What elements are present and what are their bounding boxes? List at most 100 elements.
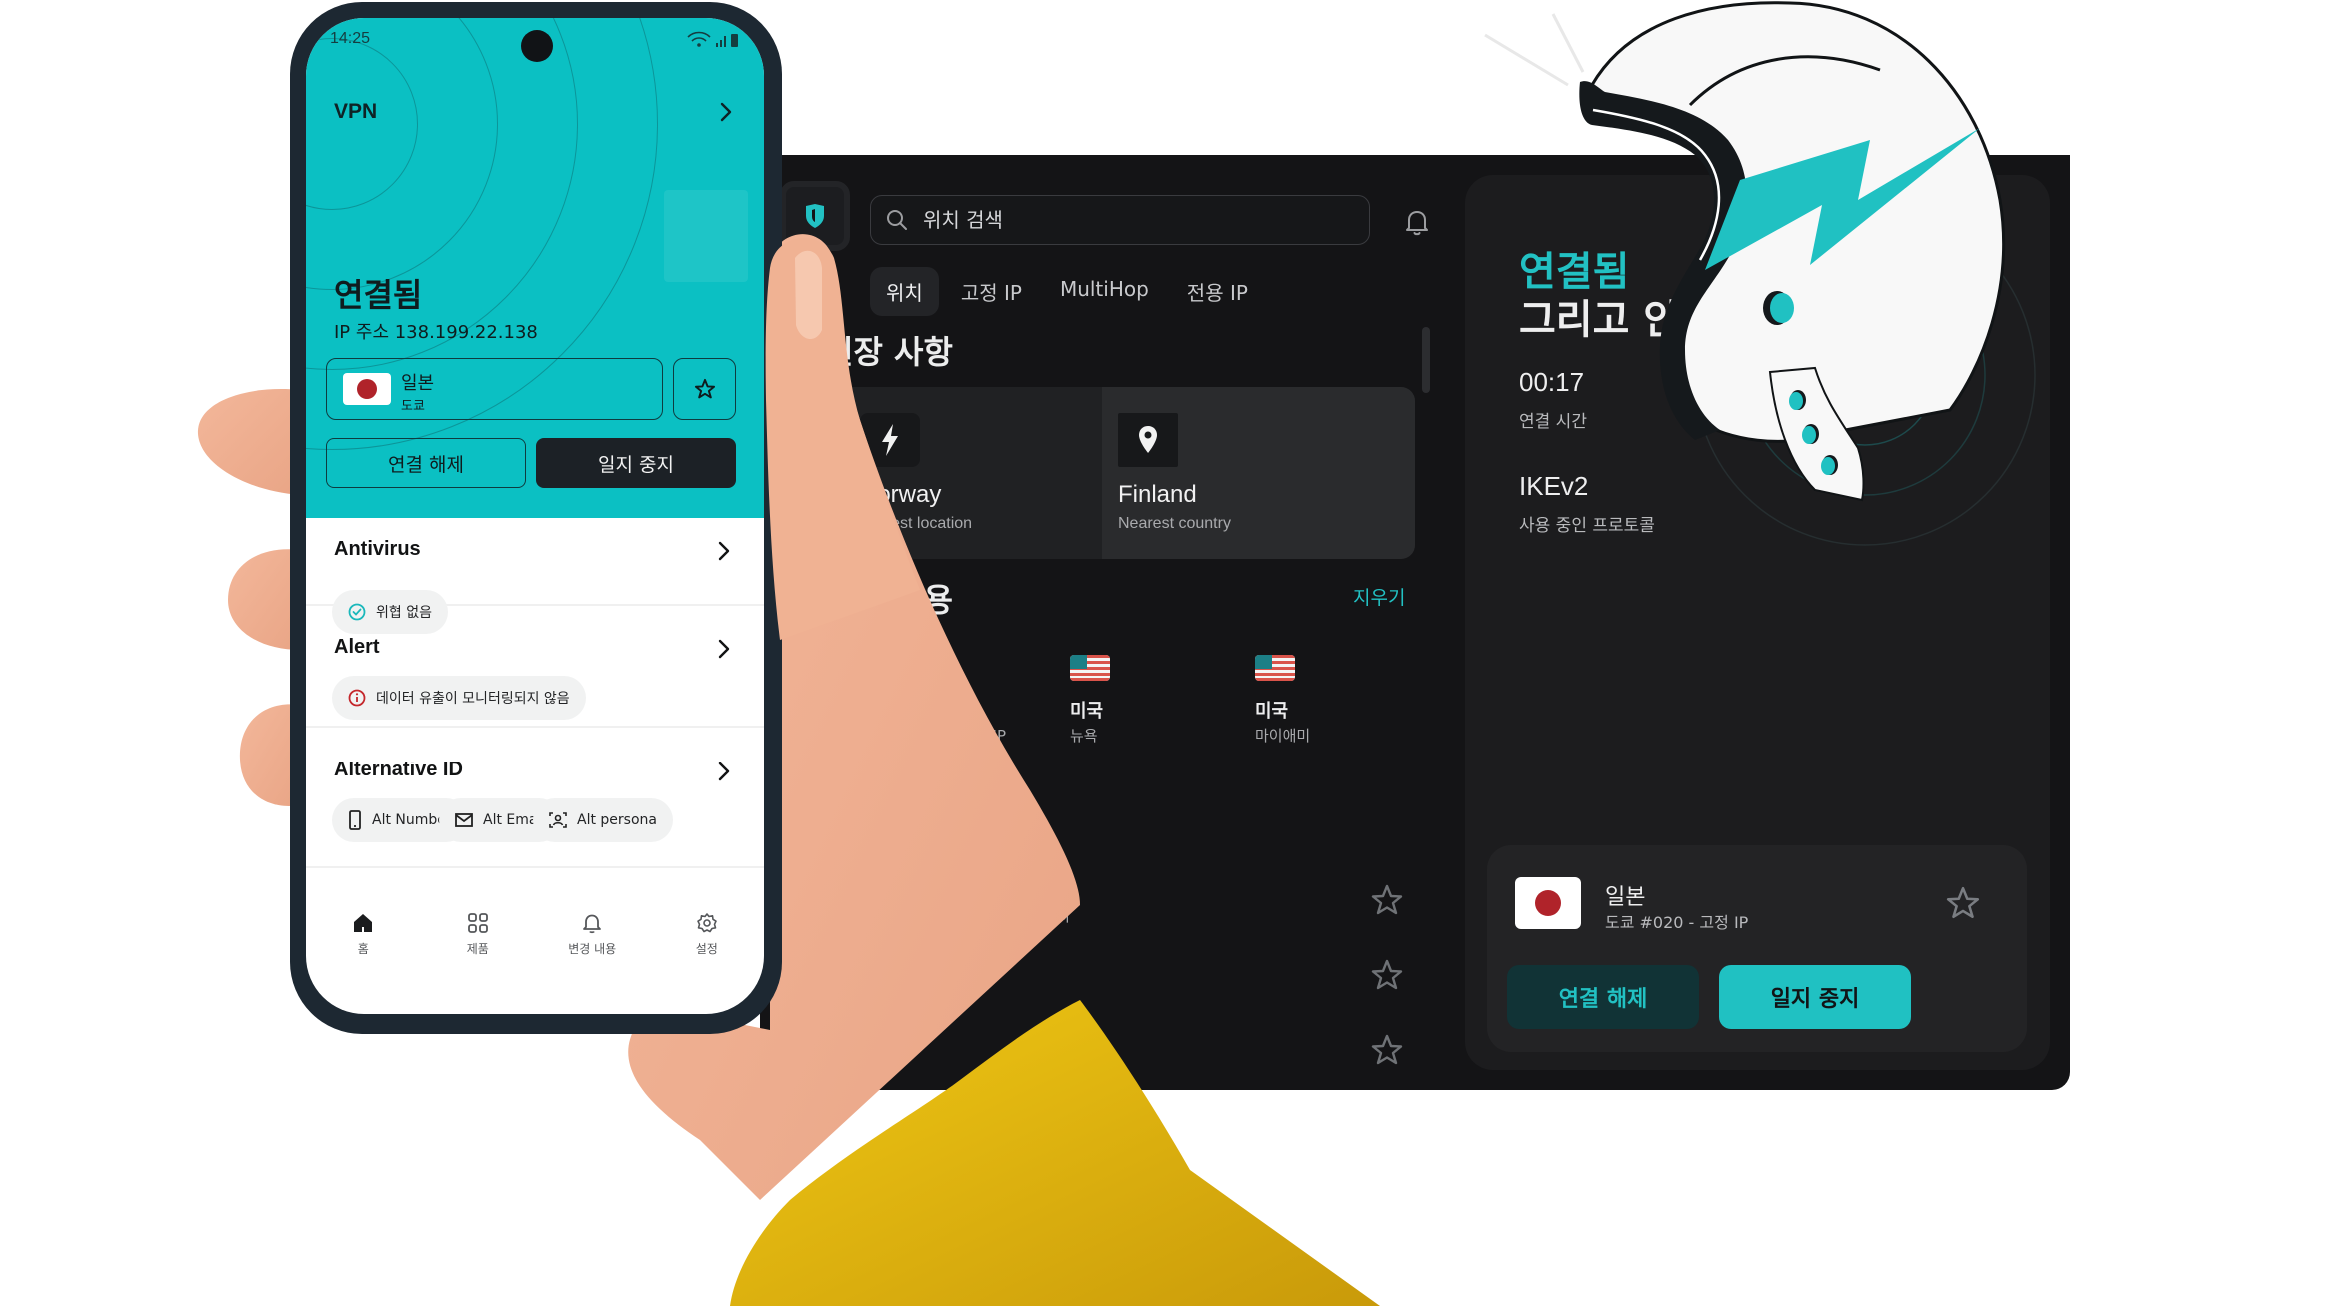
server-country: 일본	[1605, 885, 1646, 910]
phone-icon	[349, 810, 361, 830]
recommendation-subtitle: Nearest country	[1118, 515, 1231, 532]
protocol-value: IKEv2	[1519, 471, 1589, 501]
chip-label: 위협 없음	[376, 605, 432, 621]
japan-flag	[1515, 877, 1581, 929]
recent-item-partial-detail: - 고정 IP	[950, 727, 1007, 745]
list-item-partial-label: 가상 위치	[1010, 907, 1070, 925]
bolt-icon	[882, 424, 898, 456]
disconnect-button[interactable]: 연결 해제	[326, 438, 526, 488]
recommendation-finland[interactable]: Finland Nearest country	[1102, 387, 1415, 559]
pause-button[interactable]: 일지 중지	[536, 438, 736, 488]
connection-time-value: 00:17	[1519, 367, 1585, 397]
antivirus-section[interactable]: Antivirus 위협 없음	[306, 518, 764, 634]
recent-item-new-york[interactable]: 미국 뉴욕	[1070, 655, 1110, 746]
chip-label: Alt persona	[577, 812, 657, 828]
tab-dedicated-ip[interactable]: 전용 IP	[1171, 267, 1264, 316]
status-bar-time: 14:25	[330, 30, 371, 47]
recommendation-title: Norway	[860, 481, 942, 508]
shield-icon	[806, 204, 824, 228]
disconnect-button[interactable]: 연결 해제	[1507, 965, 1699, 1029]
spark-line	[1484, 33, 1569, 87]
nav-label: 홈	[357, 942, 369, 956]
favorite-star-icon[interactable]	[1370, 883, 1404, 917]
location-search-input[interactable]	[921, 207, 1345, 233]
alert-section[interactable]: Alert 데이터 유출이 모니터링되지 않음	[306, 636, 764, 728]
star-icon	[694, 378, 715, 399]
alternative-id-section[interactable]: Alternative ID Alt Number Alt Email Alt …	[306, 762, 764, 868]
recent-heading: 최근 사용	[824, 581, 953, 619]
ip-address: IP 주소 138.199.22.138	[334, 322, 538, 343]
location-selector[interactable]: 일본 도쿄	[326, 358, 663, 420]
recommendation-title: Finland	[1118, 481, 1197, 508]
recommendation-subtitle: Fastest location	[860, 515, 973, 532]
nav-settings[interactable]: 설정	[650, 902, 765, 992]
spark-line	[1551, 13, 1585, 73]
recent-item-miami[interactable]: 미국 마이애미	[1255, 655, 1310, 746]
bottom-navigation: 홈 제품 변경 내용 설정	[306, 902, 764, 992]
chevron-right-icon[interactable]	[714, 538, 734, 564]
phone-device: 14:25 VPN 연결됨 IP 주소 138.199.22.138 일본 도쿄…	[290, 2, 782, 1034]
favorite-star-icon[interactable]	[1370, 958, 1404, 992]
nav-products[interactable]: 제품	[421, 902, 536, 992]
alt-persona-chip[interactable]: Alt persona	[533, 798, 673, 842]
search-icon	[887, 210, 907, 230]
recommendations-heading: 권장 사항	[824, 333, 953, 371]
connection-status-panel: 연결됨 그리고 안전합니다 00:17 연결 시간 IKEv2 사용 중인 프로…	[1465, 175, 2050, 1070]
nav-home[interactable]: 홈	[306, 902, 421, 992]
location-search-field[interactable]	[870, 195, 1370, 245]
status-secure-title: 그리고 안전합니다	[1519, 297, 1828, 343]
vpn-header-panel: 14:25 VPN 연결됨 IP 주소 138.199.22.138 일본 도쿄…	[306, 18, 764, 518]
recent-country: 미국	[1255, 701, 1289, 722]
section-title: Alternative ID	[334, 762, 463, 780]
chevron-right-icon[interactable]	[714, 98, 738, 126]
helmet-seam	[1688, 55, 1881, 107]
face-scan-icon	[549, 812, 567, 828]
tab-multihop[interactable]: MultiHop	[1044, 267, 1165, 316]
signal-icon	[716, 43, 718, 47]
app-logo-button[interactable]	[780, 181, 850, 251]
location-country: 일본	[401, 373, 435, 394]
home-icon	[354, 914, 373, 932]
mail-icon	[455, 813, 473, 827]
wifi-icon	[687, 31, 711, 38]
chevron-right-icon[interactable]	[714, 636, 734, 662]
chevron-right-icon[interactable]	[714, 762, 734, 784]
status-bar-icons	[687, 31, 738, 47]
tab-static-ip[interactable]: 고정 IP	[945, 267, 1038, 316]
us-flag	[1070, 655, 1110, 681]
favorite-star-icon[interactable]	[1945, 885, 1981, 921]
japan-flag	[343, 373, 391, 405]
grid-icon	[467, 913, 488, 933]
protocol-label: 사용 중인 프로토콜	[1519, 516, 1655, 536]
notifications-bell-icon[interactable]	[1400, 205, 1434, 239]
decorative-shape	[664, 190, 748, 282]
bell-icon	[583, 914, 602, 934]
recent-country: 미국	[1070, 701, 1104, 722]
location-pin-icon	[1139, 426, 1157, 453]
status-chip: 위협 없음	[332, 590, 448, 634]
current-server-card: 일본 도쿄 #020 - 고정 IP 연결 해제 일지 중지	[1487, 845, 2027, 1052]
list-scrollbar[interactable]	[1422, 327, 1430, 393]
clear-recent-link[interactable]: 지우기	[1353, 583, 1405, 610]
tab-locations[interactable]: 위치	[870, 267, 939, 316]
nav-changes[interactable]: 변경 내용	[535, 902, 650, 992]
nav-label: 설정	[695, 942, 718, 956]
section-title: Antivirus	[334, 538, 421, 560]
pin-icon-box	[1118, 413, 1178, 467]
favorite-button[interactable]	[673, 358, 736, 420]
location-city: 도쿄	[401, 399, 425, 414]
favorite-star-icon[interactable]	[1370, 1033, 1404, 1067]
finger	[197, 389, 300, 495]
phone-screen: 14:25 VPN 연결됨 IP 주소 138.199.22.138 일본 도쿄…	[306, 18, 764, 1014]
pause-button[interactable]: 일지 중지	[1719, 965, 1911, 1029]
tablet-app-window: 위치 고정 IP MultiHop 전용 IP 권장 사항 Norway Fas…	[760, 155, 2070, 1090]
location-type-tabs: 위치 고정 IP MultiHop 전용 IP	[870, 267, 1264, 316]
recent-city: 마이애미	[1255, 727, 1311, 745]
recommendation-norway[interactable]: Norway Fastest location	[820, 387, 1102, 559]
check-circle-icon	[348, 603, 366, 621]
nav-label: 제품	[466, 942, 489, 956]
us-flag	[1255, 655, 1295, 681]
section-title: Alert	[334, 636, 380, 658]
gear-icon	[696, 913, 717, 933]
bolt-icon-box	[860, 413, 920, 467]
